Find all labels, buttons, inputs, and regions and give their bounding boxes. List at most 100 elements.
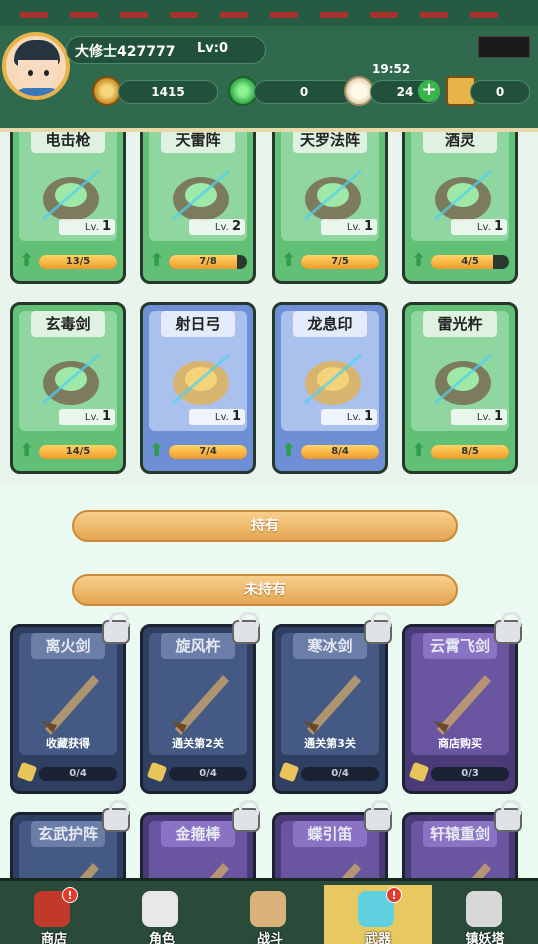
shard-progress-bar: 7/5 [301,255,379,269]
weapon-level: Lv. 1 [451,219,507,235]
shard-progress-bar: 13/5 [39,255,117,269]
battle-sword-icon [250,891,286,927]
unlock-condition: 商店购买 [438,737,482,750]
tower-icon [466,891,502,927]
header-trim [470,12,498,18]
shard-progress-text: 14/5 [65,446,91,457]
nav-battle-sword[interactable]: 战斗 [216,885,324,944]
upgrade-arrow-icon[interactable]: ⬆ [281,442,299,462]
weapon-level: Lv. 1 [189,409,245,425]
nav-label: 商店 [40,932,67,944]
locked-weapon-card[interactable]: 云霄飞剑商店购买 0/3 [402,624,518,794]
bottom-navigation: 商店! 角色 战斗 武器! 镇妖塔 [0,878,538,944]
weapon-name: 轩辕重剑 [423,821,497,847]
locked-weapon-card[interactable]: 旋风杵 通关第2关 0/4 [140,624,256,794]
nav-tower[interactable]: 镇妖塔 [432,885,538,944]
ice-sword-icon [303,675,361,735]
shard-progress-text: 4/5 [461,256,479,267]
nav-label: 战斗 [256,932,283,944]
shard-progress-bar: 4/5 [431,255,509,269]
lightning-pestle-icon [434,353,492,405]
shard-icon [408,761,430,783]
shard-progress-text: 8/4 [331,446,349,457]
upgrade-arrow-icon[interactable]: ⬆ [411,442,429,462]
upgrade-arrow-icon[interactable]: ⬆ [149,442,167,462]
weapon-card[interactable]: 天罗法阵 Lv. 1 ⬆ 7/5 [272,118,388,284]
lock-icon [232,612,260,644]
header-trim [70,12,98,18]
notification-badge: ! [62,887,78,903]
nav-character[interactable]: 角色 [108,885,216,944]
avatar-eye [44,70,49,76]
shard-progress-text: 7/5 [331,256,349,267]
header-trim [170,12,198,18]
avatar-eye [28,70,33,76]
weapon-name: 玄毒剑 [31,311,105,337]
lock-icon [494,612,522,644]
avatar-body [12,88,64,96]
nav-label: 角色 [148,932,175,944]
scroll-count: 0 [470,80,530,104]
upgrade-arrow-icon[interactable]: ⬆ [411,252,429,272]
player-info-bar: 大修士427777 Lv:0 [66,36,266,64]
shard-progress-bar: 8/5 [431,445,509,459]
weapon-card[interactable]: 天雷阵 Lv. 2 ⬆ 7/8 [140,118,256,284]
unlock-condition: 通关第3关 [304,737,356,750]
owned-section-button[interactable]: 持有 [72,510,458,542]
shard-progress-text: 8/5 [461,446,479,457]
lock-icon [102,612,130,644]
settings-box[interactable] [478,36,530,58]
locked-weapon-card[interactable]: 寒冰剑 通关第3关 0/4 [272,624,388,794]
lock-icon [232,800,260,832]
jade-count: 0 [254,80,354,104]
shard-progress-text: 13/5 [65,256,91,267]
weapon-card[interactable]: 龙息印 Lv. 1 ⬆ 8/4 [272,302,388,474]
player-avatar[interactable] [2,32,70,100]
shard-progress-text: 0/4 [39,767,117,781]
cloud-sword-icon [433,675,491,735]
shard-progress-text: 0/3 [431,767,509,781]
shard-progress-text: 7/8 [199,256,217,267]
weapon-name: 离火剑 [31,633,105,659]
avatar-face [18,60,58,90]
weapon-card[interactable]: 雷光杵 Lv. 1 ⬆ 8/5 [402,302,518,474]
unowned-section-button[interactable]: 未持有 [72,574,458,606]
upgrade-arrow-icon[interactable]: ⬆ [281,252,299,272]
weapon-name: 龙息印 [293,311,367,337]
weapon-card[interactable]: 射日弓 Lv. 1 ⬆ 7/4 [140,302,256,474]
whirlwind-pestle-icon [171,675,229,735]
header-trim [420,12,448,18]
player-level: Lv:0 [197,41,229,56]
header-trim [370,12,398,18]
weapon-name: 雷光杵 [423,311,497,337]
weapon-level: Lv. 1 [321,409,377,425]
weapon-name: 云霄飞剑 [423,633,497,659]
shard-icon [146,761,168,783]
upgrade-arrow-icon[interactable]: ⬆ [19,442,37,462]
weapon-card[interactable]: 酒灵 Lv. 1 ⬆ 4/5 [402,118,518,284]
nav-shop[interactable]: 商店! [0,885,108,944]
weapon-level: Lv. 1 [59,409,115,425]
weapon-name: 玄武护阵 [31,821,105,847]
weapon-card[interactable]: 玄毒剑 Lv. 1 ⬆ 14/5 [10,302,126,474]
player-name: 大修士427777 [75,44,176,60]
weapon-card[interactable]: 电击枪 Lv. 1 ⬆ 13/5 [10,118,126,284]
nav-weapon[interactable]: 武器! [324,885,432,944]
header-trim [220,12,248,18]
poison-sword-icon [42,353,100,405]
weapon-screen: 大修士427777 Lv:0 19:52 1415 0 24 + 0 电击枪 Lv… [0,0,538,944]
upgrade-arrow-icon[interactable]: ⬆ [149,252,167,272]
fire-sword-icon [41,675,99,735]
weapon-level: Lv. 1 [451,409,507,425]
lock-icon [364,800,392,832]
locked-weapon-card[interactable]: 离火剑 收藏获得 0/4 [10,624,126,794]
header-trim [120,12,148,18]
add-stamina-button[interactable]: + [418,80,440,102]
shard-progress-text: 0/4 [169,767,247,781]
character-icon [142,891,178,927]
weapon-level: Lv. 1 [59,219,115,235]
dragon-seal-icon [304,353,362,405]
shard-progress-text: 7/4 [199,446,217,457]
upgrade-arrow-icon[interactable]: ⬆ [19,252,37,272]
weapon-name: 旋风杵 [161,633,235,659]
